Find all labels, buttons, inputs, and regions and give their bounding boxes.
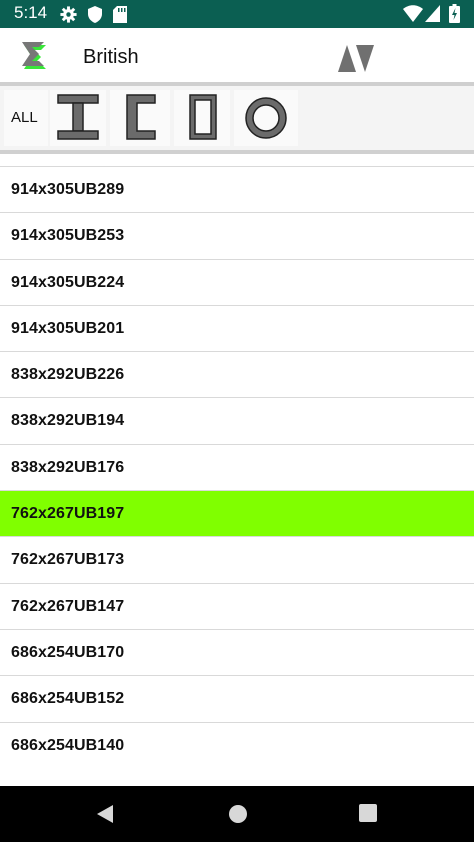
i-beam-icon [57, 94, 99, 140]
app-toolbar: British [0, 28, 474, 84]
list-item-label: 914x305UB289 [11, 181, 125, 198]
list-item-selected[interactable]: 762x267UB197 [0, 490, 474, 537]
list-item-label: 686x254UB152 [11, 690, 125, 708]
status-time: 5:14 [14, 3, 48, 22]
recents-icon[interactable] [359, 804, 377, 822]
list-item[interactable]: 762x267UB173 [0, 536, 474, 582]
filter-i-beam-button[interactable] [50, 90, 106, 146]
status-bar: 5:14 [0, 0, 474, 28]
list-item[interactable]: 914x305UB224 [0, 258, 474, 305]
shield-icon [88, 6, 102, 23]
channel-icon [126, 94, 156, 140]
list-item[interactable]: 914x305UB289 [0, 166, 474, 212]
list-item-label: 914x305UB201 [11, 319, 125, 337]
circular-hollow-icon [245, 97, 287, 139]
home-icon[interactable] [228, 804, 248, 824]
list-item[interactable]: 838x292UB226 [0, 351, 474, 397]
list-item[interactable]: 838x292UB194 [0, 397, 474, 443]
sd-card-icon [113, 6, 127, 23]
list-item-label: 686x254UB170 [11, 643, 125, 661]
list-item-label: 914x305UB253 [11, 227, 125, 245]
steel-section-logo-icon[interactable] [21, 41, 51, 73]
list-item[interactable]: 762x267UB147 [0, 582, 474, 629]
section-type-filter-bar: ALL [0, 86, 474, 150]
list-item-label: 762x267UB173 [11, 551, 125, 569]
rectangular-hollow-icon [189, 94, 217, 140]
battery-icon [449, 4, 460, 23]
list-item-label: 838x292UB226 [11, 366, 125, 384]
filter-all-label: ALL [11, 109, 38, 126]
filter-circular-hollow-button[interactable] [234, 90, 298, 146]
list-item[interactable]: 686x254UB140 [0, 721, 474, 768]
list-item[interactable]: 686x254UB152 [0, 675, 474, 721]
standard-title[interactable]: British [83, 46, 139, 69]
system-nav-bar [0, 786, 474, 842]
list-item-label: 914x305UB224 [11, 273, 125, 291]
list-item-label: 762x267UB147 [11, 597, 125, 615]
list-item[interactable]: 914x305UB253 [0, 212, 474, 258]
filter-rectangular-hollow-button[interactable] [174, 90, 230, 146]
list-item[interactable]: 914x305UB201 [0, 304, 474, 351]
filter-divider [0, 150, 474, 154]
gear-icon [60, 6, 77, 23]
list-item-label: 838x292UB176 [11, 458, 125, 476]
list-item-label: 686x254UB140 [11, 736, 125, 754]
list-item[interactable]: 838x292UB176 [0, 443, 474, 490]
cell-signal-icon [425, 5, 440, 22]
section-list: 914x305UB289 914x305UB253 914x305UB224 9… [0, 166, 474, 768]
wifi-icon [403, 5, 423, 22]
sort-up-down-icon[interactable] [336, 42, 376, 74]
filter-channel-button[interactable] [110, 90, 170, 146]
back-icon[interactable] [96, 804, 114, 824]
list-item-label: 762x267UB197 [11, 505, 125, 523]
list-item-label: 838x292UB194 [11, 412, 125, 430]
list-item[interactable]: 686x254UB170 [0, 628, 474, 675]
